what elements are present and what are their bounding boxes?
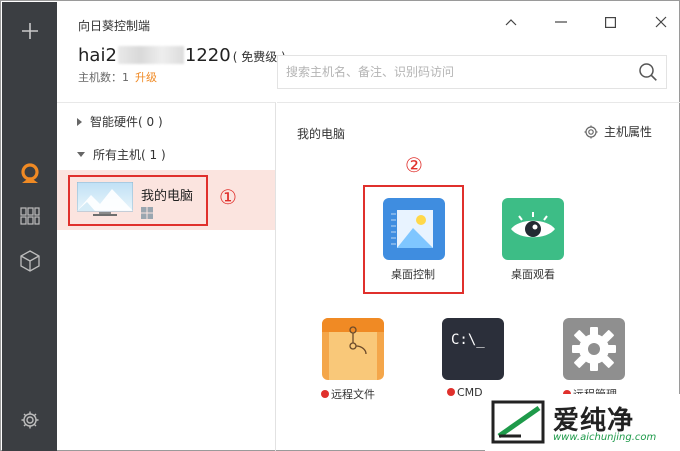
tree-node-label: 智能硬件( 0 ) [90,115,163,129]
step-marker-1: ① [219,185,237,209]
caret-down-icon [77,152,85,157]
tile-label-with-dot: CMD [447,386,483,399]
app-window: 向日葵控制端 hai2 1220 ( 免费级 ) 主机数：1升级 智能硬件( 0… [0,0,680,451]
caret-right-icon [77,117,82,126]
host-count: 主机数：1 升级 [78,69,157,85]
restore-icon[interactable] [548,11,574,33]
host-properties-button[interactable]: 主机属性 [584,123,652,140]
tile-label: 桌面观看 [511,268,555,281]
cmd-glyph: C:\_ [451,332,485,348]
host-tree: 智能硬件( 0 ) 所有主机( 1 ) 我的电脑 ① [57,102,276,451]
gear-icon [584,125,598,138]
plus-icon[interactable] [2,16,57,46]
eye-icon[interactable] [502,198,564,260]
host-properties-label: 主机属性 [603,125,652,139]
host-list-item[interactable]: 我的电脑 ① [57,170,275,230]
tree-node-smart-hardware[interactable]: 智能硬件( 0 ) [77,113,163,130]
gear-icon[interactable] [563,318,625,380]
side-rail [2,2,57,451]
tile-label-with-dot: 远程文件 [321,386,375,402]
tile-label: 桌面控制 [391,268,435,281]
desktop-control-icon[interactable] [383,198,445,260]
monitor-icon [77,182,133,216]
host-name: 我的电脑 [141,189,194,204]
tree-node-all-hosts[interactable]: 所有主机( 1 ) [77,146,166,163]
settings-icon[interactable] [2,405,57,435]
tile-label: CMD [457,386,483,399]
search-icon[interactable] [638,62,658,86]
search-input[interactable] [286,63,626,81]
search-box[interactable] [277,55,667,89]
host-count-label: 主机数：1 [78,71,129,84]
status-dot-icon [447,388,455,396]
window-title: 向日葵控制端 [78,19,151,33]
cmd-terminal-icon[interactable]: C:\_ [442,318,504,380]
file-folder-icon[interactable] [322,318,384,380]
watermark-url: www.aichunjing.com [553,432,657,443]
host-highlight-box: 我的电脑 [68,175,208,226]
tile-label: 远程文件 [331,388,375,401]
cube-icon[interactable] [2,246,57,276]
tree-node-label: 所有主机( 1 ) [93,148,166,162]
apps-grid-icon[interactable] [2,201,57,231]
minimize-icon[interactable] [498,11,524,33]
sunflower-logo-icon[interactable] [2,158,57,188]
watermark: 爱纯净 www.aichunjing.com [485,394,680,451]
chevron-down-icon[interactable] [253,45,265,64]
maximize-icon[interactable] [597,11,623,33]
account-name-prefix: hai2 [78,45,117,66]
content-title: 我的电脑 [297,127,346,141]
upgrade-link[interactable]: 升级 [135,71,157,84]
close-icon[interactable] [648,11,674,33]
windows-logo-icon [141,207,153,219]
status-dot-icon [321,390,329,398]
redacted-text [117,46,184,64]
step-marker-2: ② [405,153,423,177]
account-name-suffix: 1220 [184,45,231,66]
watermark-logo-icon [491,400,545,444]
